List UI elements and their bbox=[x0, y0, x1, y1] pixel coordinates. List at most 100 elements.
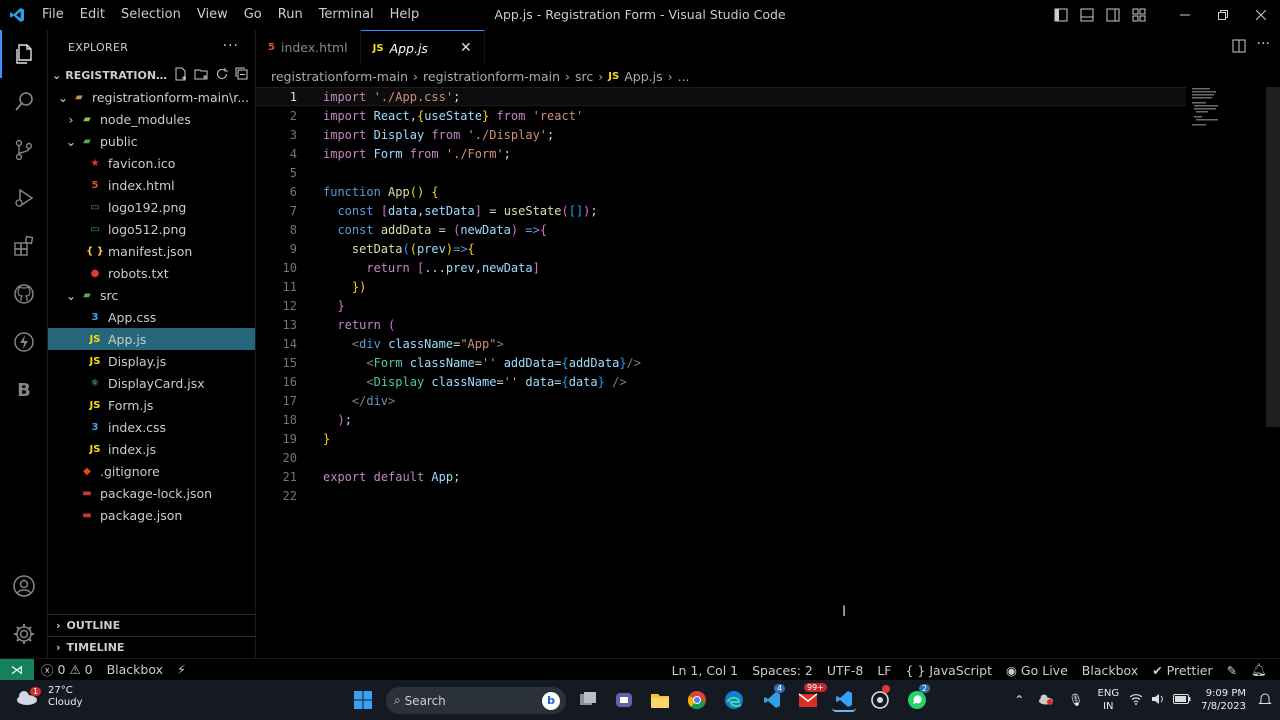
code-line[interactable]: 13 return ( bbox=[256, 315, 1186, 334]
end-of-line[interactable]: LF bbox=[870, 663, 898, 678]
breadcrumb-item[interactable]: src bbox=[575, 69, 593, 84]
breadcrumb-item[interactable]: ... bbox=[678, 69, 690, 84]
minimap[interactable] bbox=[1190, 87, 1240, 127]
prettier[interactable]: ✔ Prettier bbox=[1145, 663, 1219, 678]
tree-item[interactable]: ▬ package-lock.json bbox=[48, 482, 255, 504]
code-line[interactable]: 17 </div> bbox=[256, 391, 1186, 410]
tree-item[interactable]: ⌄ ▰ registrationform-main\r... bbox=[48, 86, 255, 108]
breadcrumb-item[interactable]: registrationform-main bbox=[271, 69, 408, 84]
tree-item[interactable]: 5 index.html bbox=[48, 174, 255, 196]
taskbar-search[interactable]: ⌕ Search b bbox=[386, 687, 566, 714]
source-control-icon[interactable] bbox=[0, 126, 48, 174]
tree-item[interactable]: JS index.js bbox=[48, 438, 255, 460]
more-actions-icon[interactable]: ··· bbox=[223, 38, 239, 54]
code-line[interactable]: 20 bbox=[256, 448, 1186, 467]
settings-gear-icon[interactable] bbox=[0, 610, 48, 658]
menu-item-view[interactable]: View bbox=[189, 0, 236, 30]
code-line[interactable]: 15 <Form className='' addData={addData}/… bbox=[256, 353, 1186, 372]
cursor-position[interactable]: Ln 1, Col 1 bbox=[665, 663, 746, 678]
minimize-icon[interactable] bbox=[1166, 10, 1204, 20]
github-desktop-icon[interactable] bbox=[868, 685, 892, 712]
bing-icon[interactable]: b bbox=[542, 692, 560, 710]
go-live[interactable]: ◉ Go Live bbox=[999, 663, 1075, 678]
toggle-primary-sidebar-icon[interactable] bbox=[1048, 8, 1074, 22]
menu-item-file[interactable]: File bbox=[34, 0, 72, 30]
windows-start-icon[interactable] bbox=[351, 688, 375, 712]
chrome-icon[interactable] bbox=[685, 688, 709, 712]
toggle-secondary-sidebar-icon[interactable] bbox=[1100, 8, 1126, 22]
menu-item-run[interactable]: Run bbox=[270, 0, 311, 30]
code-line[interactable]: 16 <Display className='' data={data} /> bbox=[256, 372, 1186, 391]
file-explorer-icon[interactable] bbox=[648, 688, 672, 712]
language-mode[interactable]: { } JavaScript bbox=[898, 663, 999, 678]
tree-item[interactable]: { } manifest.json bbox=[48, 240, 255, 262]
notifications-bell-icon[interactable]: 🔔︎ bbox=[1244, 662, 1274, 678]
code-line[interactable]: 1 import './App.css'; bbox=[256, 87, 1186, 106]
code-line[interactable]: 14 <div className="App"> bbox=[256, 334, 1186, 353]
code-line[interactable]: 9 setData((prev)=>{ bbox=[256, 239, 1186, 258]
language-indicator[interactable]: ENG IN bbox=[1098, 687, 1120, 713]
battery-icon[interactable] bbox=[1173, 693, 1191, 707]
vscode-active-icon[interactable] bbox=[832, 688, 856, 712]
new-file-icon[interactable] bbox=[174, 67, 188, 84]
task-view-icon[interactable] bbox=[576, 688, 600, 712]
code-line[interactable]: 10 return [...prev,newData] bbox=[256, 258, 1186, 277]
tab-index-html[interactable]: 5 index.html bbox=[256, 30, 361, 65]
code-line[interactable]: 7 const [data,setData] = useState([]); bbox=[256, 201, 1186, 220]
edge-icon[interactable] bbox=[722, 688, 746, 712]
tree-item[interactable]: ⌄ ▰ src bbox=[48, 284, 255, 306]
tree-item[interactable]: ● robots.txt bbox=[48, 262, 255, 284]
account-icon[interactable] bbox=[0, 562, 48, 610]
tree-item[interactable]: ▭ logo192.png bbox=[48, 196, 255, 218]
extensions-icon[interactable] bbox=[0, 222, 48, 270]
explorer-icon[interactable] bbox=[0, 30, 48, 78]
refresh-icon[interactable] bbox=[215, 67, 229, 84]
code-line[interactable]: 12 } bbox=[256, 296, 1186, 315]
notification-center-icon[interactable] bbox=[1258, 692, 1272, 709]
remote-indicator-icon[interactable]: ⋊ bbox=[0, 658, 34, 681]
mail-icon[interactable]: 99+ bbox=[796, 683, 827, 712]
code-line[interactable]: 11 }) bbox=[256, 277, 1186, 296]
code-line[interactable]: 3 import Display from './Display'; bbox=[256, 125, 1186, 144]
pen-icon[interactable]: ⚡ bbox=[170, 662, 193, 677]
code-line[interactable]: 19} bbox=[256, 429, 1186, 448]
encoding[interactable]: UTF-8 bbox=[820, 663, 870, 678]
code-line[interactable]: 21 export default App; bbox=[256, 467, 1186, 486]
timeline-section[interactable]: › TIMELINE bbox=[48, 636, 256, 658]
menu-item-edit[interactable]: Edit bbox=[72, 0, 113, 30]
tree-item[interactable]: 3 index.css bbox=[48, 416, 255, 438]
indentation[interactable]: Spaces: 2 bbox=[745, 663, 820, 678]
tree-item[interactable]: JS App.js bbox=[48, 328, 255, 350]
github-icon[interactable] bbox=[0, 270, 48, 318]
code-line[interactable]: 18 ); bbox=[256, 410, 1186, 429]
tree-item[interactable]: ▭ logo512.png bbox=[48, 218, 255, 240]
tree-item[interactable]: › ▰ node_modules bbox=[48, 108, 255, 130]
code-line[interactable]: 8 const addData = (newData) =>{ bbox=[256, 220, 1186, 239]
lightning-icon[interactable] bbox=[0, 318, 48, 366]
breadcrumb-item[interactable]: registrationform-main bbox=[423, 69, 560, 84]
code-editor[interactable]: 1 import './App.css'; 2 import React,{useSt… bbox=[256, 87, 1186, 658]
code-line[interactable]: 4 import Form from './Form'; bbox=[256, 144, 1186, 163]
workspace-root[interactable]: ⌄ REGISTRATION... bbox=[48, 64, 255, 86]
chevron-up-icon[interactable]: ⌃ bbox=[1014, 693, 1024, 707]
customize-layout-icon[interactable] bbox=[1126, 8, 1152, 22]
editor-scrollbar[interactable] bbox=[1266, 87, 1280, 427]
tree-item[interactable]: ⌄ ▰ public bbox=[48, 130, 255, 152]
wifi-icon[interactable] bbox=[1129, 693, 1143, 708]
code-line[interactable]: 6 function App() { bbox=[256, 182, 1186, 201]
menu-item-go[interactable]: Go bbox=[236, 0, 270, 30]
feedback-icon[interactable]: ✎ bbox=[1220, 663, 1244, 678]
vscode-logo-icon[interactable] bbox=[0, 7, 34, 23]
search-icon[interactable] bbox=[0, 78, 48, 126]
microphone-icon[interactable]: 🎙︎ bbox=[1068, 693, 1083, 707]
tree-item[interactable]: JS Display.js bbox=[48, 350, 255, 372]
run-debug-icon[interactable] bbox=[0, 174, 48, 222]
menu-item-help[interactable]: Help bbox=[382, 0, 428, 30]
new-folder-icon[interactable] bbox=[194, 67, 209, 84]
breadcrumb-item[interactable]: App.js bbox=[624, 69, 662, 84]
problems-indicator[interactable]: ⓧ 0 ⚠ 0 bbox=[34, 660, 100, 679]
whatsapp-icon[interactable]: 2 bbox=[905, 684, 931, 712]
teams-chat-icon[interactable] bbox=[612, 688, 636, 712]
blackbox-icon[interactable]: B bbox=[0, 366, 48, 414]
cloud-tray-icon[interactable] bbox=[1038, 693, 1054, 708]
